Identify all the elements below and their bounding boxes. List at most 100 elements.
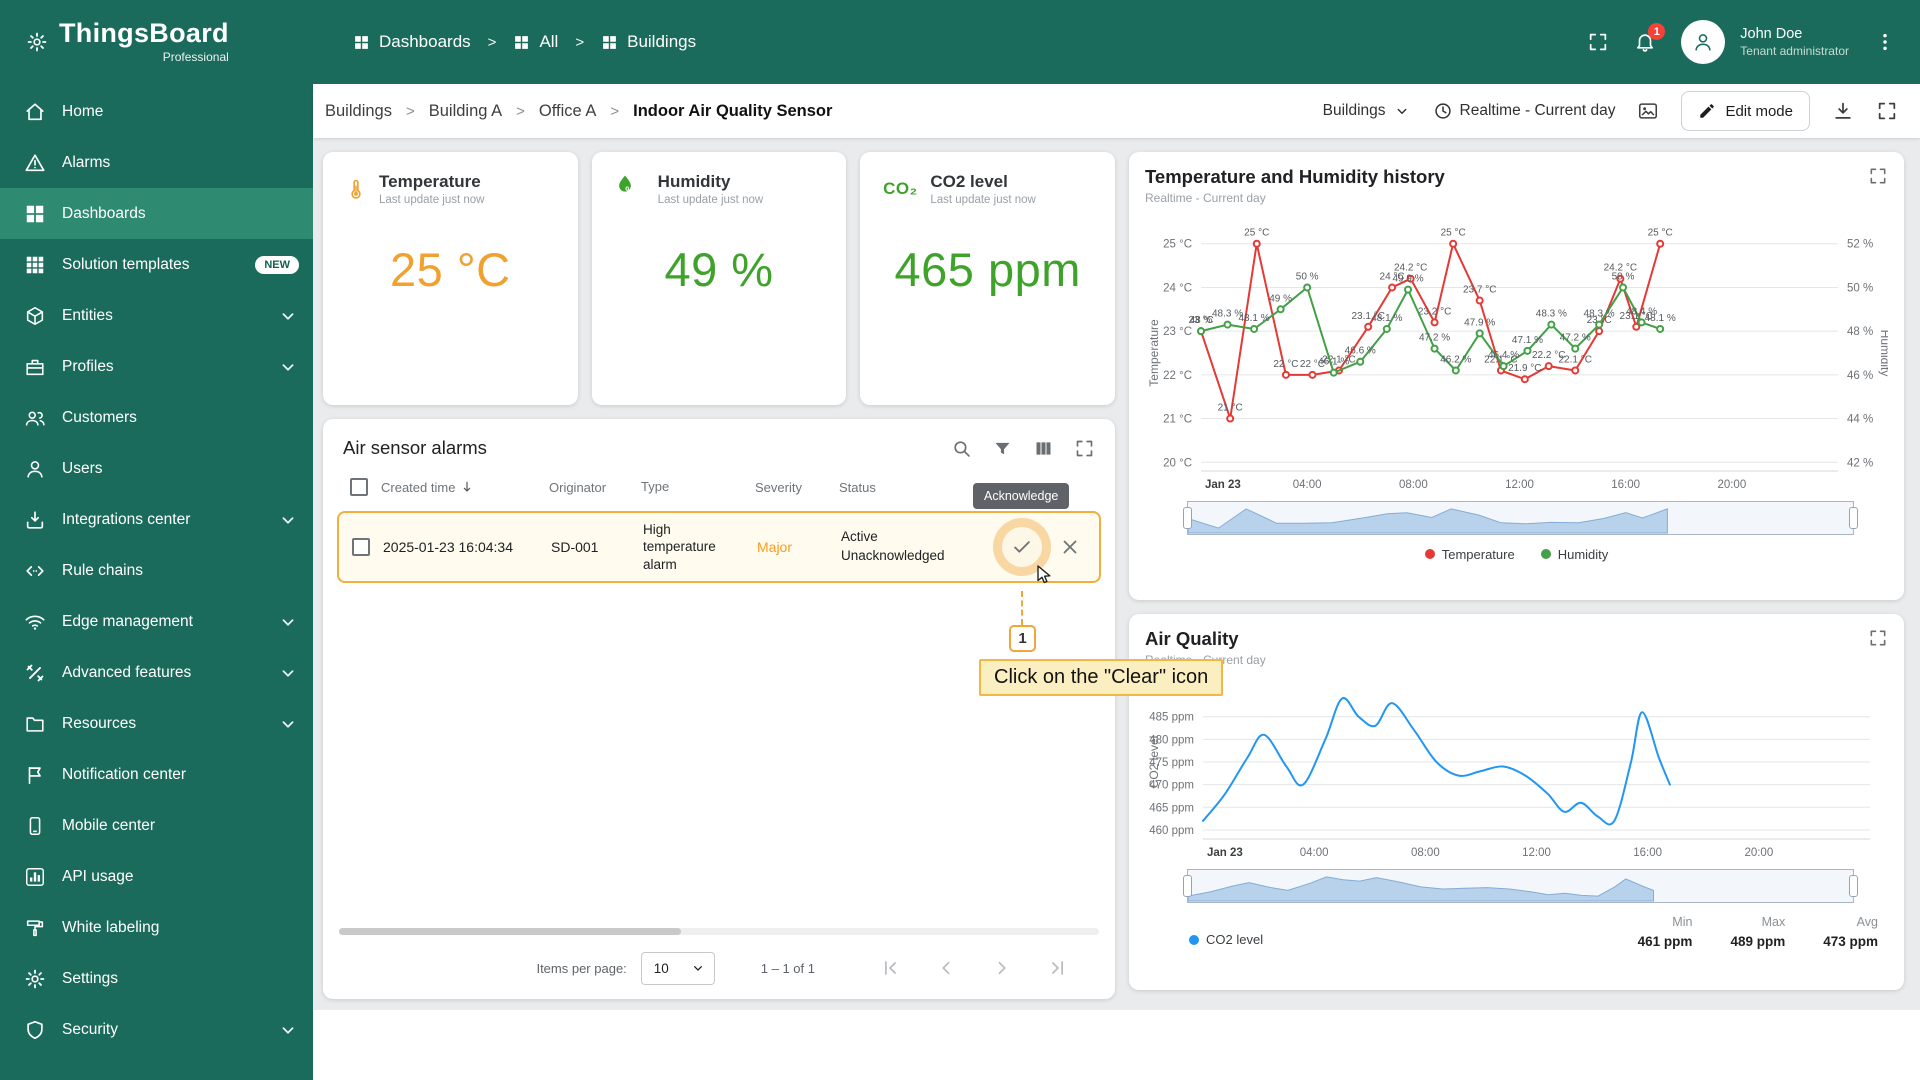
items-per-page-select[interactable]: 10 (640, 951, 715, 985)
person-icon (24, 458, 46, 480)
prev-page-button[interactable] (935, 957, 957, 979)
breadcrumb-office-a[interactable]: Office A (539, 102, 596, 121)
svg-text:12:00: 12:00 (1505, 479, 1534, 491)
thingsboard-logo[interactable]: ThingsBoard Professional (0, 20, 313, 64)
grid-icon (353, 34, 370, 51)
column-severity[interactable]: Severity (755, 480, 839, 495)
last-page-button[interactable] (1047, 957, 1069, 979)
legend-item-humidity[interactable]: Humidity (1540, 547, 1608, 562)
zoom-handle-right[interactable] (1849, 507, 1858, 529)
stat-label: Avg (1856, 915, 1878, 929)
legend-item-temperature[interactable]: Temperature (1424, 546, 1515, 562)
svg-text:48 %: 48 % (1847, 326, 1873, 338)
sidebar-item-customers[interactable]: Customers (0, 392, 313, 443)
download-button[interactable] (1832, 100, 1854, 122)
sidebar-item-home[interactable]: Home (0, 86, 313, 137)
sidebar-item-rule-chains[interactable]: Rule chains (0, 545, 313, 596)
widget-fullscreen-icon[interactable] (1074, 438, 1095, 459)
legend-label: Temperature (1441, 546, 1515, 562)
sidebar-item-integrations-center[interactable]: Integrations center (0, 494, 313, 545)
grid-icon (601, 34, 618, 51)
top-breadcrumb-all[interactable]: All (513, 32, 558, 52)
fullscreen-button[interactable] (1587, 31, 1609, 53)
temp-humidity-chart-card: Temperature and Humidity history Realtim… (1129, 152, 1904, 600)
range-selector[interactable] (1183, 501, 1858, 535)
columns-icon[interactable] (1033, 438, 1054, 459)
sidebar-item-profiles[interactable]: Profiles (0, 341, 313, 392)
code-icon (24, 560, 46, 582)
sidebar-item-resources[interactable]: Resources (0, 698, 313, 749)
zoom-window[interactable] (1187, 869, 1854, 903)
chevron-down-icon (690, 960, 706, 976)
select-all-checkbox[interactable] (350, 478, 368, 496)
svg-text:Temperature: Temperature (1147, 319, 1161, 387)
sidebar-item-solution-templates[interactable]: Solution templates NEW (0, 239, 313, 290)
check-icon (1011, 536, 1033, 558)
sidebar-item-settings[interactable]: Settings (0, 953, 313, 1004)
top-breadcrumb-buildings[interactable]: Buildings (601, 32, 696, 52)
sidebar-item-security[interactable]: Security (0, 1004, 313, 1055)
column-status[interactable]: Status (839, 480, 991, 495)
sidebar-item-entities[interactable]: Entities (0, 290, 313, 341)
notifications-button[interactable]: 1 (1634, 23, 1666, 53)
zoom-handle-left[interactable] (1183, 507, 1192, 529)
sidebar-item-users[interactable]: Users (0, 443, 313, 494)
sidebar-item-api-usage[interactable]: API usage (0, 851, 313, 902)
zoom-handle-left[interactable] (1183, 875, 1192, 897)
stat-min: Min 461 ppm (1638, 915, 1693, 949)
breadcrumb-buildings[interactable]: Buildings (325, 102, 392, 121)
zoom-window[interactable] (1187, 501, 1854, 535)
chevron-down-icon (277, 611, 299, 633)
svg-text:16:00: 16:00 (1611, 479, 1640, 491)
stat-value: 461 ppm (1637, 934, 1693, 949)
chart-legend: CO2 level (1189, 932, 1263, 947)
brush-icon (24, 917, 46, 939)
dashboard-state-select[interactable]: Buildings (1323, 102, 1411, 120)
row-checkbox[interactable] (352, 538, 370, 556)
sidebar-item-edge-management[interactable]: Edge management (0, 596, 313, 647)
legend-item-co2-level[interactable]: CO2 level (1189, 932, 1263, 947)
droplet-icon (614, 173, 646, 205)
sidebar-item-dashboards[interactable]: Dashboards (0, 188, 313, 239)
zoom-handle-right[interactable] (1849, 875, 1858, 897)
svg-text:48.1 %: 48.1 % (1239, 313, 1270, 324)
column-originator[interactable]: Originator (549, 480, 641, 495)
image-gallery-button[interactable] (1637, 100, 1659, 122)
svg-text:Jan 23: Jan 23 (1207, 847, 1243, 859)
chart-title: Air Quality (1145, 628, 1239, 649)
avatar[interactable] (1681, 20, 1726, 64)
acknowledge-button[interactable] (1011, 536, 1033, 558)
search-icon[interactable] (951, 438, 972, 459)
edit-mode-button[interactable]: Edit mode (1681, 91, 1810, 131)
svg-text:50 %: 50 % (1296, 271, 1319, 282)
sidebar-item-mobile-center[interactable]: Mobile center (0, 800, 313, 851)
sidebar-item-alarms[interactable]: Alarms (0, 137, 313, 188)
user-info[interactable]: John Doe Tenant administrator (1740, 25, 1849, 59)
alarm-table-row[interactable]: 2025-01-23 16:04:34 SD-001 High temperat… (337, 511, 1101, 583)
svg-text:23.7 °C: 23.7 °C (1463, 285, 1496, 296)
column-type[interactable]: Type (641, 479, 755, 496)
sidebar-item-notification-center[interactable]: Notification center (0, 749, 313, 800)
integration-icon (24, 509, 46, 531)
breadcrumb-building-a[interactable]: Building A (429, 102, 502, 121)
widget-fullscreen-button[interactable] (1868, 166, 1888, 186)
timewindow-button[interactable]: Realtime - Current day (1433, 101, 1615, 121)
sidebar: Home Alarms Dashboards Solution templates NE… (0, 84, 313, 1080)
first-page-button[interactable] (879, 957, 901, 979)
horizontal-scrollbar[interactable] (339, 928, 1099, 935)
clear-button[interactable] (1059, 536, 1081, 558)
toolbar-fullscreen-button[interactable] (1876, 100, 1898, 122)
next-page-button[interactable] (991, 957, 1013, 979)
top-breadcrumb-dashboards[interactable]: Dashboards (353, 32, 471, 52)
more-menu-button[interactable] (1874, 31, 1896, 53)
svg-text:25 °C: 25 °C (1648, 228, 1673, 239)
column-created-time[interactable]: Created time (381, 480, 455, 495)
sort-desc-icon[interactable] (459, 479, 475, 495)
sidebar-item-white-labeling[interactable]: White labeling (0, 902, 313, 953)
sidebar-item-advanced-features[interactable]: Advanced features (0, 647, 313, 698)
filter-icon[interactable] (992, 438, 1013, 459)
metric-cards: Temperature Last update just now 25 °C %… (323, 152, 1116, 405)
scrollbar-thumb[interactable] (339, 928, 681, 935)
widget-fullscreen-button[interactable] (1868, 628, 1888, 648)
range-selector[interactable] (1183, 869, 1858, 903)
